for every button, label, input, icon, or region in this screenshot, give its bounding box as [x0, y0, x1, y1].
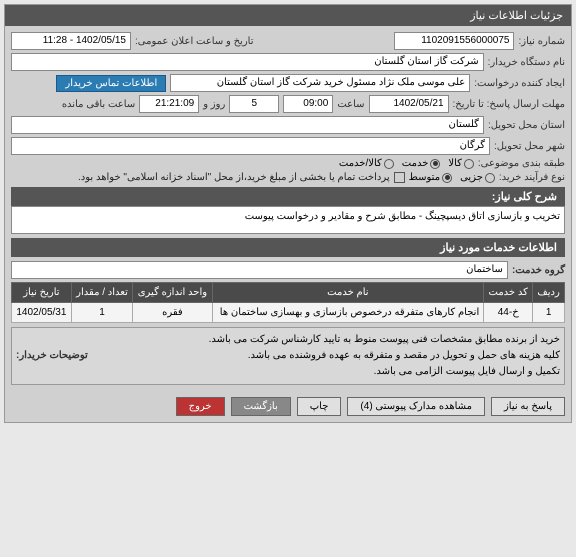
row-province: استان محل تحویل: گلستان: [11, 116, 565, 134]
cell-unit: فقره: [133, 303, 212, 323]
contact-info-button[interactable]: اطلاعات تماس خریدار: [56, 75, 166, 92]
buyer-org-value: شرکت گاز استان گلستان: [11, 53, 484, 71]
row-process-type: نوع فرآیند خرید: جزیی متوسط پرداخت تمام …: [11, 172, 565, 183]
radio-small[interactable]: جزیی: [460, 172, 495, 183]
time-label-1: ساعت: [337, 99, 364, 110]
back-button[interactable]: بازگشت: [231, 397, 291, 416]
services-table: ردیف کد خدمت نام خدمت واحد اندازه گیری ت…: [11, 282, 565, 323]
deadline-label: مهلت ارسال پاسخ: تا تاریخ:: [453, 99, 565, 110]
category-radio-group: کالا خدمت کالا/خدمت: [339, 158, 474, 169]
row-deadline: مهلت ارسال پاسخ: تا تاریخ: 1402/05/21 سا…: [11, 95, 565, 113]
need-number-label: شماره نیاز:: [518, 36, 565, 47]
city-label: شهر محل تحویل:: [494, 141, 565, 152]
th-unit: واحد اندازه گیری: [133, 283, 212, 303]
th-qty: تعداد / مقدار: [71, 283, 132, 303]
cell-row: 1: [533, 303, 565, 323]
requester-label: ایجاد کننده درخواست:: [474, 78, 565, 89]
process-radio-group: جزیی متوسط: [409, 172, 495, 183]
footer-buttons: پاسخ به نیاز مشاهده مدارک پیوستی (4) چاپ…: [5, 391, 571, 422]
cell-qty: 1: [71, 303, 132, 323]
need-number-value: 1102091556000075: [394, 32, 514, 50]
requester-value: علی موسی ملک نژاد مسئول خرید شرکت گاز اس…: [170, 74, 470, 92]
countdown-value: 21:21:09: [139, 95, 199, 113]
service-group-label: گروه خدمت:: [512, 265, 565, 276]
print-button[interactable]: چاپ: [297, 397, 342, 416]
th-row: ردیف: [533, 283, 565, 303]
announce-date-label: تاریخ و ساعت اعلان عمومی:: [135, 36, 254, 47]
row-service-group: گروه خدمت: ساختمان: [11, 261, 565, 279]
buyer-notes-label: توضیحات خریدار:: [16, 348, 88, 364]
announce-date-value: 1402/05/15 - 11:28: [11, 32, 131, 50]
buyer-note-1: خرید از برنده مطابق مشخصات فنی پیوست منو…: [94, 332, 560, 348]
service-group-value: ساختمان: [11, 261, 508, 279]
row-need-number: شماره نیاز: 1102091556000075 تاریخ و ساع…: [11, 32, 565, 50]
province-value: گلستان: [11, 116, 484, 134]
buyer-org-label: نام دستگاه خریدار:: [488, 57, 565, 68]
row-category: طبقه بندی موضوعی: کالا خدمت کالا/خدمت: [11, 158, 565, 169]
city-value: گرگان: [11, 137, 490, 155]
radio-goods[interactable]: کالا: [448, 158, 474, 169]
cell-code: خ-44: [484, 303, 533, 323]
buyer-notes-box: خرید از برنده مطابق مشخصات فنی پیوست منو…: [11, 327, 565, 385]
radio-medium[interactable]: متوسط: [409, 172, 452, 183]
deadline-time-value: 09:00: [283, 95, 333, 113]
table-row: 1 خ-44 انجام کارهای متفرقه درخصوص بازساز…: [12, 303, 565, 323]
services-info-title: اطلاعات خدمات مورد نیاز: [11, 238, 565, 257]
radio-service[interactable]: خدمت: [402, 158, 441, 169]
treasury-checkbox[interactable]: [394, 172, 405, 183]
radio-goods-service[interactable]: کالا/خدمت: [339, 158, 394, 169]
cell-name: انجام کارهای متفرقه درخصوص بازسازی و بهس…: [212, 303, 484, 323]
row-requester: ایجاد کننده درخواست: علی موسی ملک نژاد م…: [11, 74, 565, 92]
attachments-button[interactable]: مشاهده مدارک پیوستی (4): [347, 397, 485, 416]
th-date: تاریخ نیاز: [12, 283, 72, 303]
province-label: استان محل تحویل:: [488, 120, 565, 131]
th-code: کد خدمت: [484, 283, 533, 303]
reply-button[interactable]: پاسخ به نیاز: [491, 397, 565, 416]
remaining-label: ساعت باقی مانده: [62, 99, 135, 110]
panel-title: جزئیات اطلاعات نیاز: [5, 5, 571, 26]
th-name: نام خدمت: [212, 283, 484, 303]
deadline-date-value: 1402/05/21: [369, 95, 449, 113]
row-city: شهر محل تحویل: گرگان: [11, 137, 565, 155]
category-label: طبقه بندی موضوعی:: [478, 158, 565, 169]
cell-date: 1402/05/31: [12, 303, 72, 323]
process-type-label: نوع فرآیند خرید:: [499, 172, 565, 183]
days-and-label: روز و: [203, 99, 225, 110]
buyer-note-3: تکمیل و ارسال فایل پیوست الزامی می باشد.: [94, 364, 560, 380]
buyer-note-2: کلیه هزینه های حمل و تحویل در مقصد و متف…: [94, 348, 560, 364]
exit-button[interactable]: خروج: [176, 397, 225, 416]
general-desc-title: شرح کلی نیاز:: [11, 187, 565, 206]
days-remaining-value: 5: [229, 95, 279, 113]
need-details-panel: جزئیات اطلاعات نیاز شماره نیاز: 11020915…: [4, 4, 572, 423]
general-desc-text: تخریب و بازسازی اتاق دیسپچینگ - مطابق شر…: [11, 206, 565, 234]
panel-body: شماره نیاز: 1102091556000075 تاریخ و ساع…: [5, 26, 571, 391]
row-buyer-org: نام دستگاه خریدار: شرکت گاز استان گلستان: [11, 53, 565, 71]
payment-note: پرداخت تمام یا بخشی از مبلغ خرید،از محل …: [78, 172, 390, 183]
